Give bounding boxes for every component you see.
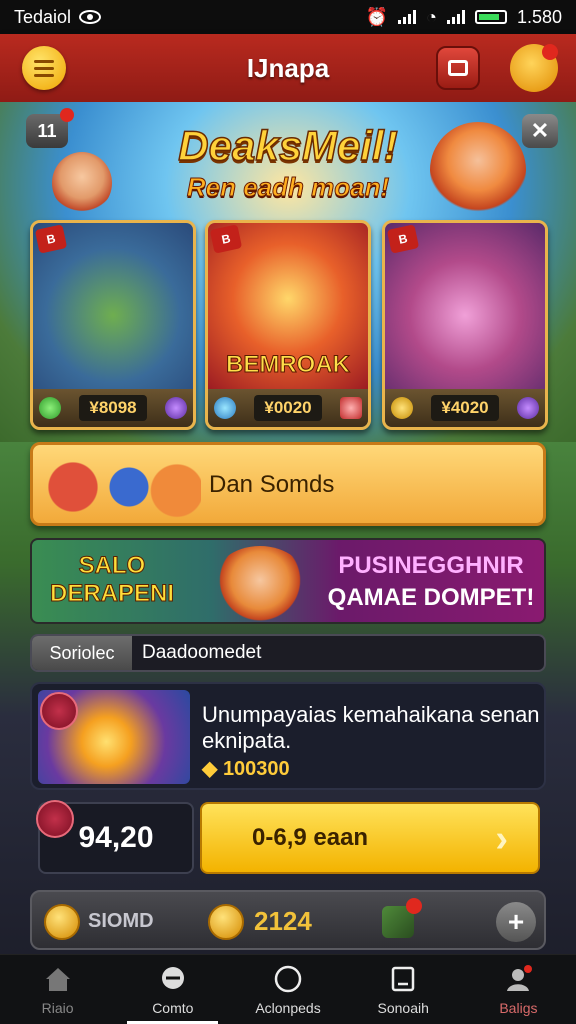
nav-label: Comto — [152, 999, 194, 1016]
coin-icon — [44, 904, 80, 940]
buy-button-label: 0-6,9 eaan — [252, 824, 369, 851]
app-bar: IJnapa — [0, 34, 576, 102]
nav-label: Aclonpeds — [255, 999, 321, 1016]
hero-card-2[interactable]: B BEMROAK ¥0020 — [205, 220, 371, 430]
event-banner[interactable]: SALO DERAPENI PUSINEGGHNIR QAMAE DOMPET! — [30, 538, 546, 624]
notification-dot — [60, 108, 74, 122]
bottom-nav: Riaio Comto Aclonpeds Sonoaih Baligs — [0, 954, 576, 1024]
banner-character-art — [212, 546, 308, 622]
character-left-art — [52, 152, 112, 214]
chat-icon — [161, 966, 184, 989]
promo-label: Dan Somds — [209, 471, 335, 498]
signal-icon-2 — [446, 10, 465, 24]
carrier-name: Tedaiol — [14, 6, 72, 27]
status-bar: Tedaiol ⏰ ◔ 1.580 — [0, 0, 576, 34]
notification-dot — [542, 44, 558, 60]
wifi-icon: ◔ — [426, 6, 437, 27]
add-button[interactable]: + — [496, 902, 536, 942]
red-gem-icon — [340, 397, 362, 419]
gold-gem-icon — [391, 397, 413, 419]
search-input[interactable] — [132, 636, 544, 670]
banner-right-line1: PUSINEGGHNIR — [338, 552, 524, 579]
card-footer: ¥0020 — [208, 389, 368, 427]
clock: 1.580 — [516, 6, 562, 27]
offer-coins: ◆ 100300 — [202, 756, 290, 781]
nav-home[interactable]: Riaio — [0, 955, 115, 1024]
purchase-value-text: 94,20 — [78, 821, 154, 854]
camera-button[interactable] — [436, 46, 480, 90]
gem-badge-icon — [36, 800, 74, 838]
menu-button[interactable] — [22, 46, 66, 90]
profile-icon — [507, 964, 533, 991]
nav-profile[interactable]: Baligs — [461, 955, 576, 1024]
card-footer: ¥8098 — [33, 389, 193, 427]
diamond-icon: ◆ — [202, 758, 223, 780]
nav-label: Baligs — [499, 999, 538, 1016]
card-label: BEMROAK — [226, 351, 351, 379]
nav-label: Sonoaih — [377, 999, 429, 1016]
alarm-icon: ⏰ — [365, 6, 389, 27]
buy-button[interactable]: 0-6,9 eaan › — [200, 802, 540, 874]
nav-community[interactable]: Comto — [115, 955, 230, 1024]
hero-card-1[interactable]: B ¥8098 — [30, 220, 196, 430]
purple-gem-icon — [165, 397, 187, 419]
offer-coins-value: 100300 — [222, 758, 290, 780]
chevron-right-icon: › — [495, 818, 508, 860]
hero-banner: 11 ✕ DeaksMeil! Ren eadh moan! B ¥8098 B… — [0, 102, 576, 442]
purchase-value: 94,20 — [36, 800, 194, 874]
notification-dot — [406, 898, 422, 914]
camera-icon — [448, 60, 468, 76]
circle-icon — [274, 965, 302, 992]
home-icon — [45, 967, 70, 991]
offer-text: Unumpayaias kemahaikana senan eknipata. — [202, 702, 540, 753]
banner-left-text: SALO DERAPENI — [49, 552, 175, 608]
offer-badge-icon — [40, 692, 78, 730]
leaf-icon[interactable] — [382, 898, 422, 938]
profile-mascot-button[interactable] — [510, 44, 558, 92]
app-screen: Tedaiol ⏰ ◔ 1.580 IJnapa 11 ✕ DeaksMeil!… — [0, 0, 576, 1024]
offer-image — [38, 690, 190, 784]
character-right-art — [430, 122, 526, 218]
stats-label: SIOMD — [88, 910, 154, 932]
card-price: ¥0020 — [254, 395, 322, 421]
app-title: IJnapa — [246, 52, 330, 83]
search-row: Soriolec — [30, 634, 546, 672]
hero-card-3[interactable]: B ¥4020 — [382, 220, 548, 430]
banner-right-line2: QAMAE DOMPET! — [327, 584, 535, 611]
search-icon — [391, 966, 415, 991]
card-price: ¥4020 — [431, 395, 499, 421]
offer-panel[interactable]: Unumpayaias kemahaikana senan eknipata. … — [30, 682, 546, 790]
banner-left-line1: SALO — [78, 552, 146, 580]
card-price: ¥8098 — [79, 395, 147, 421]
banner-right-text: PUSINEGGHNIR QAMAE DOMPET! — [316, 550, 544, 614]
search-label[interactable]: Soriolec — [32, 636, 132, 670]
card-footer: ¥4020 — [385, 389, 545, 427]
signal-icon — [398, 10, 417, 24]
purple-gem-icon — [517, 397, 539, 419]
purchase-row: 94,20 0-6,9 eaan › — [30, 798, 546, 878]
battery-icon — [474, 10, 507, 24]
stats-coins: 2124 — [254, 906, 312, 936]
nav-search[interactable]: Sonoaih — [346, 955, 461, 1024]
stats-bar: SIOMD 2124 + — [30, 890, 546, 950]
blue-gem-icon — [214, 397, 236, 419]
nav-actions[interactable]: Aclonpeds — [230, 955, 345, 1024]
green-gem-icon — [39, 397, 61, 419]
promo-characters-art — [41, 451, 201, 523]
eye-icon — [79, 10, 102, 24]
nav-label: Riaio — [41, 999, 74, 1016]
promo-button[interactable]: Dan Somds — [30, 442, 546, 526]
coin-icon — [208, 904, 244, 940]
banner-left-line2: DERAPENI — [49, 580, 175, 608]
